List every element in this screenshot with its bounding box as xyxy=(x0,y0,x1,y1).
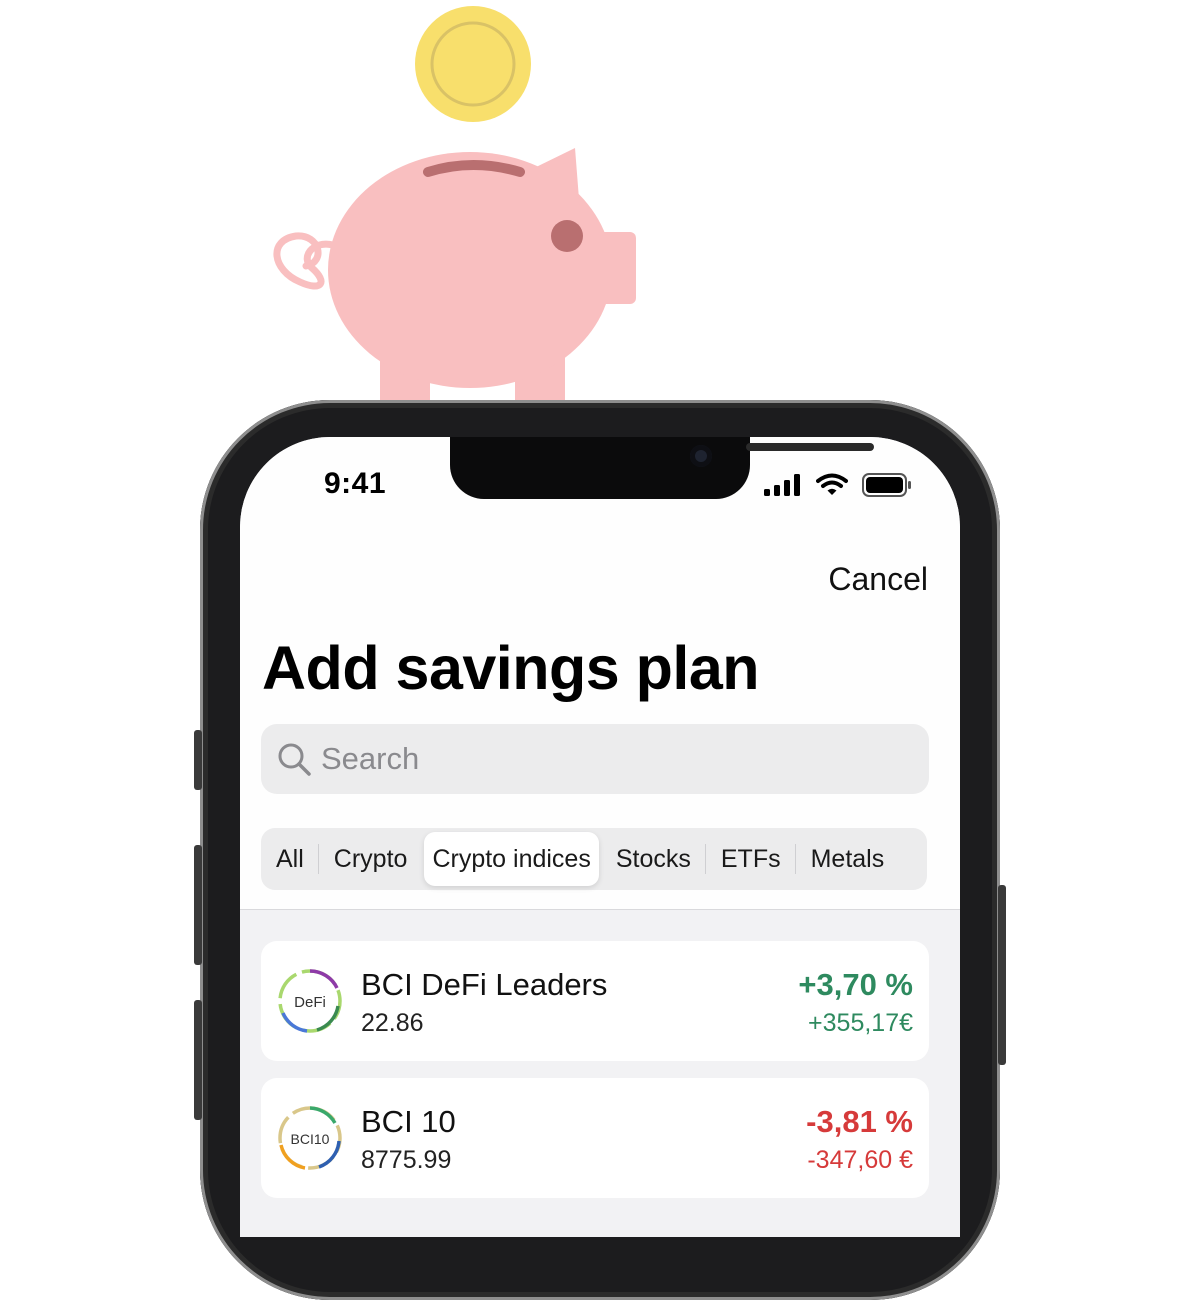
defi-logo-icon: DeFi xyxy=(277,968,343,1034)
mute-switch xyxy=(194,730,202,790)
asset-card-bci-defi-leaders[interactable]: DeFi BCI DeFi Leaders 22.86 +3,70 % +355… xyxy=(261,941,929,1061)
asset-change-percent: +3,70 % xyxy=(798,967,913,1002)
search-icon xyxy=(278,743,311,776)
power-button xyxy=(998,885,1006,1065)
tab-etfs[interactable]: ETFs xyxy=(706,828,796,890)
camera-icon xyxy=(690,445,712,467)
piggy-bank-icon xyxy=(273,148,636,410)
defi-logo-text: DeFi xyxy=(294,994,326,1011)
search-input[interactable]: Search xyxy=(261,724,929,794)
header-area: 9:41 Cancel Add savings plan Search All … xyxy=(240,437,960,910)
asset-price: 22.86 xyxy=(361,1009,424,1037)
asset-change-percent: -3,81 % xyxy=(806,1104,913,1139)
tab-metals[interactable]: Metals xyxy=(796,828,900,890)
volume-up-button xyxy=(194,845,202,965)
tab-crypto-indices[interactable]: Crypto indices xyxy=(424,832,599,886)
asset-name: BCI DeFi Leaders xyxy=(361,967,608,1002)
asset-change-amount: +355,17€ xyxy=(808,1009,913,1037)
tab-crypto[interactable]: Crypto xyxy=(319,828,423,890)
cancel-button[interactable]: Cancel xyxy=(828,561,928,598)
piggy-illustration xyxy=(273,6,636,410)
tab-stocks[interactable]: Stocks xyxy=(601,828,706,890)
asset-filter-tabs: All Crypto Crypto indices Stocks ETFs Me… xyxy=(261,828,927,890)
notch xyxy=(450,437,874,499)
phone-screen: 9:41 Cancel Add savings plan Search All … xyxy=(240,437,960,1237)
asset-change-amount: -347,60 € xyxy=(807,1146,913,1174)
status-time: 9:41 xyxy=(324,467,387,500)
status-icons xyxy=(764,473,912,497)
volume-down-button xyxy=(194,1000,202,1120)
asset-name: BCI 10 xyxy=(361,1104,456,1139)
asset-price: 8775.99 xyxy=(361,1146,452,1174)
wifi-icon xyxy=(816,473,848,495)
page-title: Add savings plan xyxy=(262,634,760,702)
battery-icon xyxy=(862,473,911,497)
tab-all[interactable]: All xyxy=(261,828,319,890)
asset-card-bci-10[interactable]: BCI10 BCI 10 8775.99 -3,81 % -347,60 € xyxy=(261,1078,929,1198)
signal-icon xyxy=(764,474,800,496)
bci10-logo-text: BCI10 xyxy=(291,1131,330,1147)
search-placeholder: Search xyxy=(321,741,420,776)
speaker-grille xyxy=(746,443,874,451)
coin-icon xyxy=(415,6,531,122)
bci10-logo-icon: BCI10 xyxy=(277,1105,343,1171)
